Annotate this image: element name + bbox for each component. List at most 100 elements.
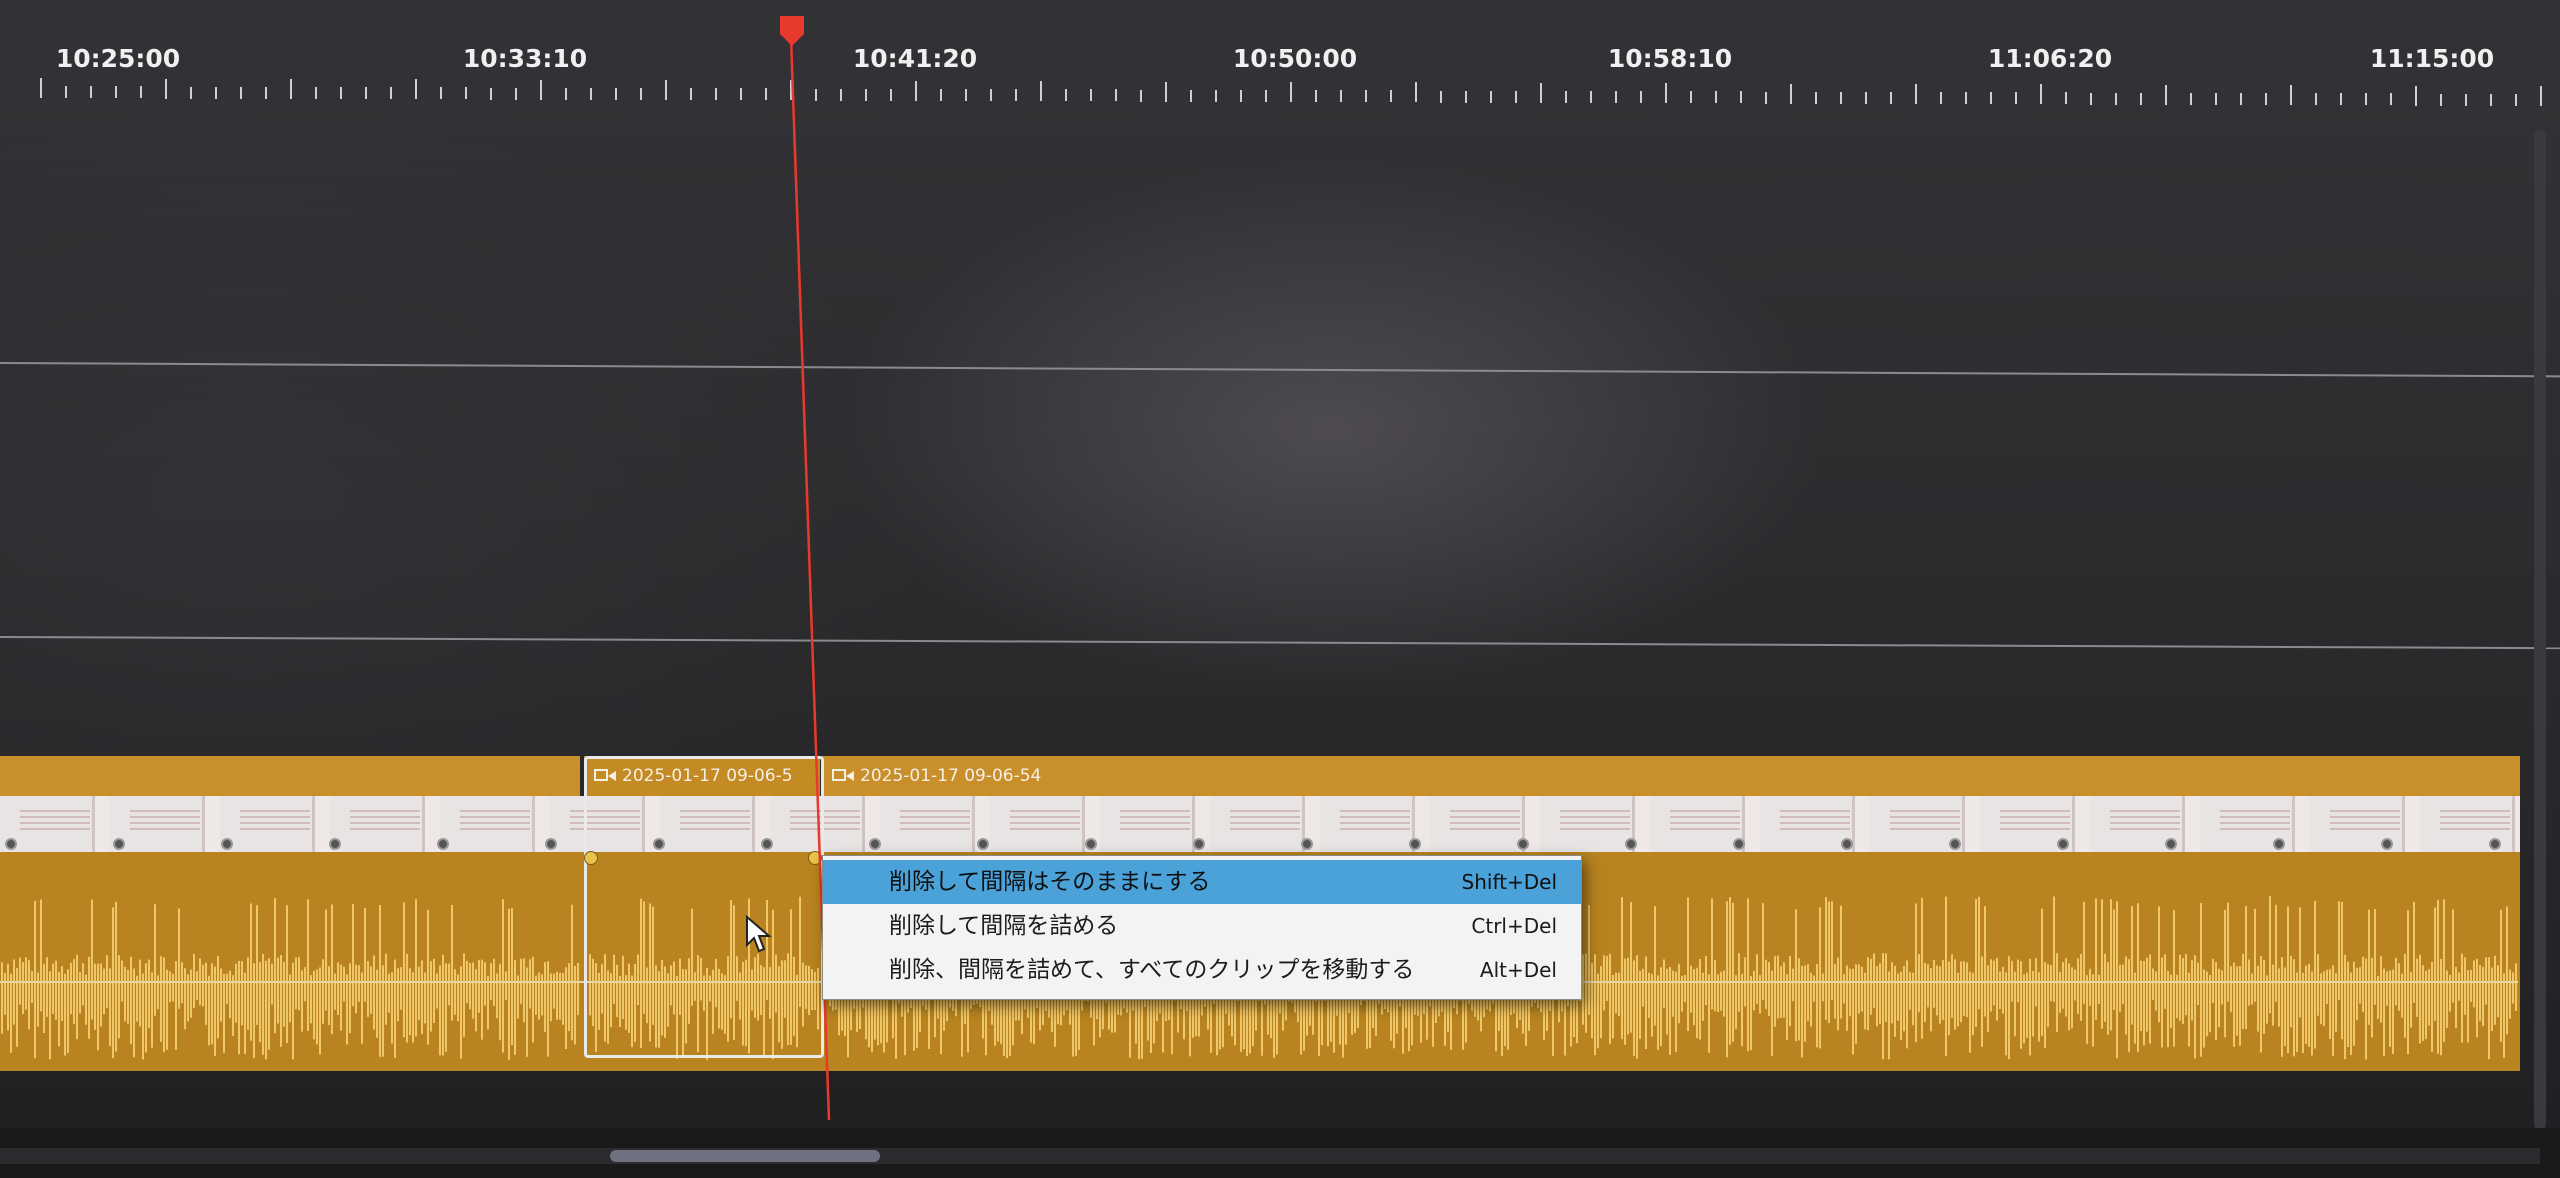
ruler-tick [990, 89, 992, 102]
ruler-tick [1390, 90, 1392, 103]
ruler-tick [115, 86, 117, 99]
horizontal-scroll-track[interactable] [0, 1148, 2540, 1164]
ruler-tick [440, 87, 442, 100]
thumbnail-marker [2057, 838, 2069, 850]
menu-item-shortcut: Alt+Del [1479, 958, 1557, 982]
menu-item-ripple-delete-all-clips[interactable]: 削除、間隔を詰めて、すべてのクリップを移動する Alt+Del [823, 948, 1581, 992]
thumbnail-frame [1010, 810, 1080, 834]
thumbnail-frame [1560, 810, 1630, 834]
thumbnail-frame [130, 810, 200, 834]
menu-item-delete-keep-gap[interactable]: 削除して間隔はそのままにする Shift+Del [823, 860, 1581, 904]
context-menu: 削除して間隔はそのままにする Shift+Del 削除して間隔を詰める Ctrl… [822, 855, 1582, 1000]
ruler-tick [240, 86, 242, 99]
thumbnail-marker [1841, 838, 1853, 850]
ruler-tick [1165, 81, 1167, 102]
thumbnail-marker [1301, 838, 1313, 850]
menu-item-label: 削除して間隔はそのままにする [889, 869, 1211, 895]
thumbnail-marker [1625, 838, 1637, 850]
thumbnail-frame [1670, 810, 1740, 834]
ruler-timecode: 10:33:10 [462, 44, 588, 73]
ruler-tick [840, 88, 842, 101]
ruler-tick [1790, 83, 1792, 104]
video-camera-icon [832, 769, 854, 783]
ruler-tick [1890, 91, 1892, 104]
ruler-tick [1665, 83, 1667, 104]
ruler-tick [740, 88, 742, 101]
menu-item-shortcut: Ctrl+Del [1471, 914, 1557, 938]
ruler-tick [715, 88, 717, 101]
ruler-tick [690, 88, 692, 101]
thumbnail-marker [545, 838, 557, 850]
menu-item-label: 削除して間隔を詰める [889, 913, 1119, 939]
ruler-tick [815, 88, 817, 101]
ruler-tick [915, 80, 917, 101]
ruler-tick [190, 86, 192, 99]
ruler-tick [65, 86, 67, 99]
ruler-tick [1990, 92, 1992, 105]
clip-header[interactable]: 2025-01-17 09-06-54 [822, 756, 2520, 796]
ruler-tick [1215, 89, 1217, 102]
ruler-timecode: 10:58:10 [1607, 44, 1733, 73]
ruler-tick [2390, 93, 2392, 106]
selected-clip-outline[interactable] [584, 756, 824, 1058]
ruler-tick [1465, 90, 1467, 103]
ruler-tick [2440, 93, 2442, 106]
thumbnail-marker [113, 838, 125, 850]
thumbnail-marker [221, 838, 233, 850]
ruler-tick [90, 86, 92, 99]
time-ruler[interactable]: 10:25:00 10:33:10 10:41:20 10:50:00 10:5… [0, 18, 2560, 130]
thumbnail-frame [2000, 810, 2070, 834]
ruler-tick [1865, 91, 1867, 104]
playhead-marker-icon[interactable] [778, 16, 806, 46]
thumbnail-frame [1780, 810, 1850, 834]
ruler-tick [965, 89, 967, 102]
ruler-tick [2240, 93, 2242, 105]
clip-header[interactable] [0, 756, 580, 796]
vertical-scrollbar[interactable] [2534, 130, 2546, 1130]
ruler-tick [2090, 92, 2092, 105]
thumbnail-frame [1890, 810, 1960, 834]
ruler-ticks [0, 18, 2560, 130]
ruler-tick [2415, 85, 2417, 106]
clip-trim-handle[interactable] [808, 851, 822, 865]
ruler-tick [165, 78, 167, 99]
ruler-tick [1565, 90, 1567, 103]
ruler-tick [1140, 89, 1142, 102]
ruler-tick [1240, 89, 1242, 102]
thumbnail-frame [460, 810, 530, 834]
thumbnail-marker [437, 838, 449, 850]
ruler-tick [315, 86, 317, 99]
thumbnail-frame [2110, 810, 2180, 834]
ruler-tick [1340, 90, 1342, 103]
menu-item-ripple-delete[interactable]: 削除して間隔を詰める Ctrl+Del [823, 904, 1581, 948]
ruler-tick [1590, 90, 1592, 103]
ruler-tick [2490, 93, 2492, 106]
ruler-tick [1715, 91, 1717, 104]
ruler-tick [390, 87, 392, 100]
ruler-tick [215, 86, 217, 99]
horizontal-scrollbar-thumb[interactable] [610, 1150, 880, 1162]
ruler-tick [1640, 91, 1642, 104]
ruler-timecode: 11:06:20 [1987, 44, 2113, 73]
ruler-tick [2065, 92, 2067, 105]
ruler-tick [1090, 89, 1092, 102]
video-thumbnail-strip[interactable] [0, 796, 2520, 852]
ruler-tick [2315, 93, 2317, 106]
ruler-tick [2215, 92, 2217, 105]
thumbnail-marker [1733, 838, 1745, 850]
ruler-tick [590, 87, 592, 100]
clip-trim-handle[interactable] [584, 851, 598, 865]
thumbnail-marker [1949, 838, 1961, 850]
ruler-tick [1265, 89, 1267, 102]
ruler-tick [1815, 91, 1817, 104]
thumbnail-frame [1230, 810, 1300, 834]
thumbnail-marker [1085, 838, 1097, 850]
ruler-tick [1415, 82, 1417, 103]
menu-item-shortcut: Shift+Del [1461, 870, 1557, 894]
ruler-tick [1490, 90, 1492, 103]
thumbnail-frame [350, 810, 420, 834]
menu-item-label: 削除、間隔を詰めて、すべてのクリップを移動する [889, 957, 1415, 983]
ruler-tick [615, 87, 617, 100]
ruler-tick [2340, 93, 2342, 106]
thumbnail-marker [2489, 838, 2501, 850]
